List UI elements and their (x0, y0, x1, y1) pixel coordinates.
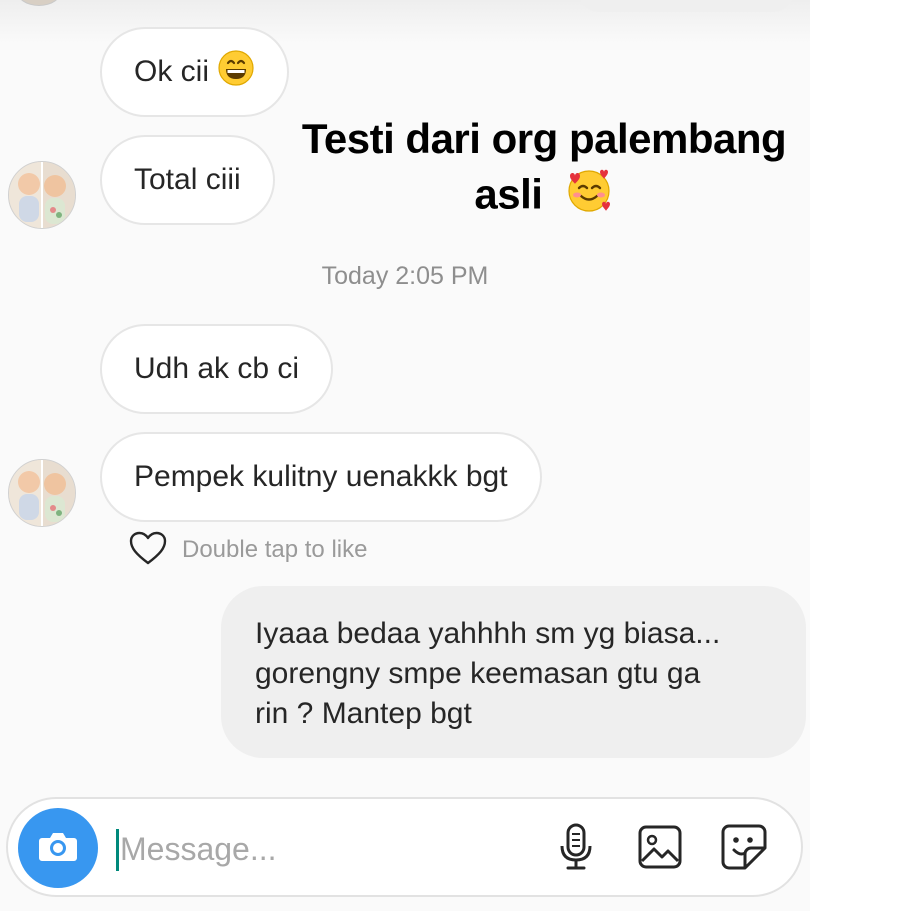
microphone-button[interactable] (550, 823, 602, 875)
sticker-icon (719, 822, 769, 877)
message-text: Udh ak cb ci (134, 352, 300, 385)
sticker-button[interactable] (718, 823, 770, 875)
timestamp: Today 2:05 PM (321, 262, 489, 290)
chat-screen: Ok cii Total ciii Testi dari org palemba… (0, 0, 810, 911)
heart-icon[interactable] (128, 530, 168, 571)
double-tap-hint: Double tap to like (182, 536, 368, 563)
message-input[interactable] (120, 821, 540, 877)
overlay-caption: Testi dari org palembang asli (290, 112, 798, 229)
incoming-message-bubble[interactable]: Ok cii (100, 27, 289, 117)
message-text: Pempek kulitny uenakkk bgt (134, 460, 508, 493)
camera-icon (38, 829, 78, 868)
microphone-icon (556, 822, 596, 877)
sender-avatar[interactable] (8, 161, 76, 229)
smiling-face-with-hearts-icon (564, 166, 614, 229)
message-text: Ok cii (134, 55, 209, 88)
overlay-line-2-row: asli (290, 166, 798, 229)
incoming-message-bubble[interactable]: Udh ak cb ci (100, 324, 334, 414)
text-caret (116, 829, 119, 871)
message-text-line: Iyaaa bedaa yahhhh sm yg biasa... (255, 617, 721, 650)
message-text-line: gorengny smpe keemasan gtu ga (255, 657, 701, 690)
gallery-icon (636, 823, 684, 876)
sender-avatar[interactable] (8, 459, 76, 527)
message-text: Total ciii (134, 163, 241, 196)
incoming-message-bubble[interactable]: Pempek kulitny uenakkk bgt (100, 432, 542, 522)
camera-button[interactable] (18, 808, 98, 888)
gallery-button[interactable] (634, 823, 686, 875)
overlay-line-2: asli (474, 170, 543, 218)
overlay-line-1: Testi dari org palembang (301, 115, 787, 162)
grinning-face-icon (217, 49, 255, 95)
cropped-outgoing-bubble (578, 0, 794, 12)
message-text-line: rin ? Mantep bgt (255, 697, 472, 730)
message-composer (6, 797, 803, 897)
outgoing-message-bubble[interactable]: Iyaaa bedaa yahhhh sm yg biasa... goreng… (221, 586, 806, 758)
like-hint-row: Double tap to like (128, 530, 367, 570)
incoming-message-bubble[interactable]: Total ciii (100, 135, 275, 225)
